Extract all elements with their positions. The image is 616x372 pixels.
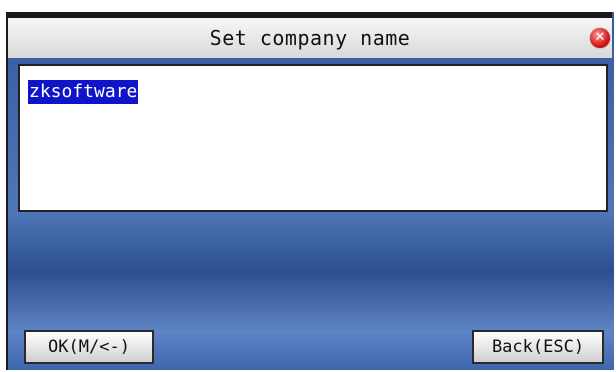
screen: Set company name ✕ zksoftware OK(M/<-) B…	[0, 0, 616, 372]
company-name-input[interactable]: zksoftware	[18, 64, 608, 212]
back-button[interactable]: Back(ESC)	[472, 330, 604, 364]
title-bar: Set company name ✕	[6, 12, 612, 58]
dialog-title: Set company name	[209, 26, 411, 50]
selected-input-text: zksoftware	[28, 80, 139, 104]
close-icon[interactable]: ✕	[590, 28, 610, 48]
ok-button[interactable]: OK(M/<-)	[24, 330, 154, 364]
